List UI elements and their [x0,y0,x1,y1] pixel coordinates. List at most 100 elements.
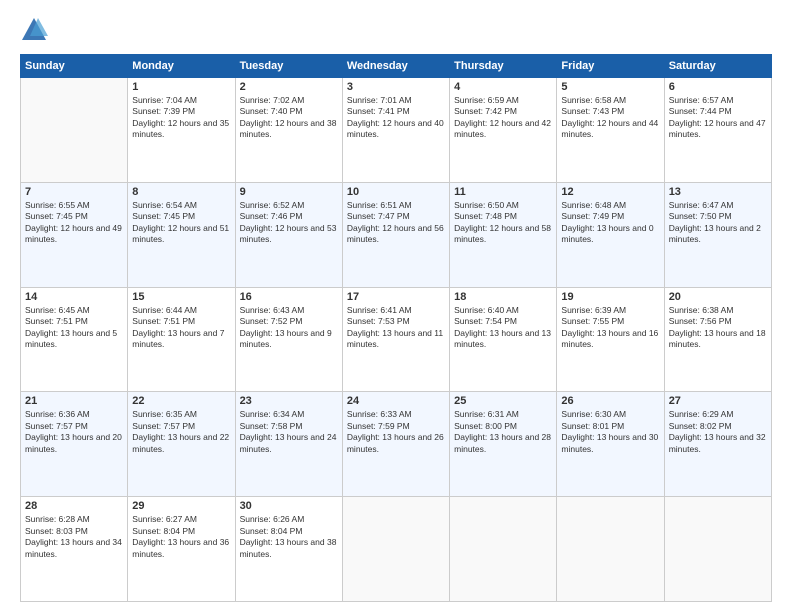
day-info: Sunrise: 6:51 AMSunset: 7:47 PMDaylight:… [347,200,445,246]
day-number: 16 [240,291,338,303]
day-info: Sunrise: 6:30 AMSunset: 8:01 PMDaylight:… [561,409,659,455]
day-info: Sunrise: 6:59 AMSunset: 7:42 PMDaylight:… [454,95,552,141]
calendar-day-cell [450,497,557,602]
day-info: Sunrise: 6:29 AMSunset: 8:02 PMDaylight:… [669,409,767,455]
day-number: 28 [25,500,123,512]
day-number: 1 [132,81,230,93]
day-number: 3 [347,81,445,93]
day-info: Sunrise: 6:58 AMSunset: 7:43 PMDaylight:… [561,95,659,141]
calendar-day-cell: 23Sunrise: 6:34 AMSunset: 7:58 PMDayligh… [235,392,342,497]
day-info: Sunrise: 6:50 AMSunset: 7:48 PMDaylight:… [454,200,552,246]
day-info: Sunrise: 6:57 AMSunset: 7:44 PMDaylight:… [669,95,767,141]
calendar-day-cell: 26Sunrise: 6:30 AMSunset: 8:01 PMDayligh… [557,392,664,497]
weekday-header: Thursday [450,55,557,78]
calendar-day-cell: 15 Sunrise: 6:44 AMSunset: 7:51 PMDayligh… [128,287,235,392]
calendar-day-cell: 30 Sunrise: 6:26 AMSunset: 8:04 PMDayligh… [235,497,342,602]
day-number: 24 [347,395,445,407]
calendar-week-row: 1 Sunrise: 7:04 AMSunset: 7:39 PMDaylight… [21,78,772,183]
day-number: 6 [669,81,767,93]
day-number: 2 [240,81,338,93]
day-info: Sunrise: 6:55 AMSunset: 7:45 PMDaylight:… [25,200,123,246]
day-info: Sunrise: 6:44 AMSunset: 7:51 PMDaylight:… [132,305,230,351]
day-number: 15 [132,291,230,303]
day-info: Sunrise: 7:02 AMSunset: 7:40 PMDaylight:… [240,95,338,141]
calendar-day-cell: 18 Sunrise: 6:40 AMSunset: 7:54 PMDayligh… [450,287,557,392]
calendar-day-cell: 13 Sunrise: 6:47 AMSunset: 7:50 PMDayligh… [664,182,771,287]
day-info: Sunrise: 6:35 AMSunset: 7:57 PMDaylight:… [132,409,230,455]
calendar-week-row: 28 Sunrise: 6:28 AMSunset: 8:03 PMDayligh… [21,497,772,602]
weekday-header: Saturday [664,55,771,78]
day-number: 22 [132,395,230,407]
day-info: Sunrise: 7:01 AMSunset: 7:41 PMDaylight:… [347,95,445,141]
calendar-week-row: 7 Sunrise: 6:55 AMSunset: 7:45 PMDaylight… [21,182,772,287]
day-info: Sunrise: 6:52 AMSunset: 7:46 PMDaylight:… [240,200,338,246]
logo-icon [20,16,48,44]
calendar-day-cell: 2 Sunrise: 7:02 AMSunset: 7:40 PMDaylight… [235,78,342,183]
day-number: 23 [240,395,338,407]
day-number: 14 [25,291,123,303]
calendar-day-cell: 29 Sunrise: 6:27 AMSunset: 8:04 PMDayligh… [128,497,235,602]
day-info: Sunrise: 6:36 AMSunset: 7:57 PMDaylight:… [25,409,123,455]
day-number: 8 [132,186,230,198]
calendar-day-cell: 17 Sunrise: 6:41 AMSunset: 7:53 PMDayligh… [342,287,449,392]
day-number: 12 [561,186,659,198]
day-number: 20 [669,291,767,303]
logo [20,16,54,44]
day-info: Sunrise: 6:31 AMSunset: 8:00 PMDaylight:… [454,409,552,455]
day-info: Sunrise: 6:48 AMSunset: 7:49 PMDaylight:… [561,200,659,246]
day-info: Sunrise: 6:33 AMSunset: 7:59 PMDaylight:… [347,409,445,455]
calendar-day-cell: 1 Sunrise: 7:04 AMSunset: 7:39 PMDaylight… [128,78,235,183]
day-number: 7 [25,186,123,198]
day-info: Sunrise: 6:26 AMSunset: 8:04 PMDaylight:… [240,514,338,560]
day-info: Sunrise: 6:28 AMSunset: 8:03 PMDaylight:… [25,514,123,560]
calendar-day-cell: 12 Sunrise: 6:48 AMSunset: 7:49 PMDayligh… [557,182,664,287]
calendar-week-row: 21 Sunrise: 6:36 AMSunset: 7:57 PMDayligh… [21,392,772,497]
day-number: 9 [240,186,338,198]
weekday-header: Monday [128,55,235,78]
calendar-day-cell: 22 Sunrise: 6:35 AMSunset: 7:57 PMDayligh… [128,392,235,497]
day-number: 13 [669,186,767,198]
day-info: Sunrise: 6:27 AMSunset: 8:04 PMDaylight:… [132,514,230,560]
weekday-header: Tuesday [235,55,342,78]
day-number: 17 [347,291,445,303]
calendar-day-cell: 8Sunrise: 6:54 AMSunset: 7:45 PMDaylight… [128,182,235,287]
weekday-header: Wednesday [342,55,449,78]
calendar-day-cell: 7 Sunrise: 6:55 AMSunset: 7:45 PMDaylight… [21,182,128,287]
calendar-day-cell: 4Sunrise: 6:59 AMSunset: 7:42 PMDaylight… [450,78,557,183]
calendar-day-cell: 14 Sunrise: 6:45 AMSunset: 7:51 PMDayligh… [21,287,128,392]
day-info: Sunrise: 6:45 AMSunset: 7:51 PMDaylight:… [25,305,123,351]
day-number: 25 [454,395,552,407]
calendar-header-row: SundayMondayTuesdayWednesdayThursdayFrid… [21,55,772,78]
day-number: 18 [454,291,552,303]
day-info: Sunrise: 6:38 AMSunset: 7:56 PMDaylight:… [669,305,767,351]
calendar-day-cell: 19Sunrise: 6:39 AMSunset: 7:55 PMDayligh… [557,287,664,392]
calendar-table: SundayMondayTuesdayWednesdayThursdayFrid… [20,54,772,602]
day-number: 21 [25,395,123,407]
calendar-day-cell: 27 Sunrise: 6:29 AMSunset: 8:02 PMDayligh… [664,392,771,497]
calendar-day-cell: 5 Sunrise: 6:58 AMSunset: 7:43 PMDaylight… [557,78,664,183]
day-number: 11 [454,186,552,198]
day-number: 10 [347,186,445,198]
calendar-week-row: 14 Sunrise: 6:45 AMSunset: 7:51 PMDayligh… [21,287,772,392]
day-info: Sunrise: 6:47 AMSunset: 7:50 PMDaylight:… [669,200,767,246]
day-number: 27 [669,395,767,407]
calendar-day-cell: 20 Sunrise: 6:38 AMSunset: 7:56 PMDayligh… [664,287,771,392]
day-info: Sunrise: 6:40 AMSunset: 7:54 PMDaylight:… [454,305,552,351]
calendar-day-cell: 16Sunrise: 6:43 AMSunset: 7:52 PMDayligh… [235,287,342,392]
calendar-day-cell [21,78,128,183]
calendar-day-cell [342,497,449,602]
day-info: Sunrise: 7:04 AMSunset: 7:39 PMDaylight:… [132,95,230,141]
calendar-day-cell: 11 Sunrise: 6:50 AMSunset: 7:48 PMDayligh… [450,182,557,287]
day-number: 5 [561,81,659,93]
day-info: Sunrise: 6:41 AMSunset: 7:53 PMDaylight:… [347,305,445,351]
day-number: 29 [132,500,230,512]
calendar-day-cell: 6 Sunrise: 6:57 AMSunset: 7:44 PMDaylight… [664,78,771,183]
calendar-day-cell [664,497,771,602]
weekday-header: Sunday [21,55,128,78]
day-number: 30 [240,500,338,512]
calendar-day-cell [557,497,664,602]
page: SundayMondayTuesdayWednesdayThursdayFrid… [0,0,792,612]
calendar-day-cell: 21 Sunrise: 6:36 AMSunset: 7:57 PMDayligh… [21,392,128,497]
calendar-day-cell: 24 Sunrise: 6:33 AMSunset: 7:59 PMDayligh… [342,392,449,497]
header [20,16,772,44]
